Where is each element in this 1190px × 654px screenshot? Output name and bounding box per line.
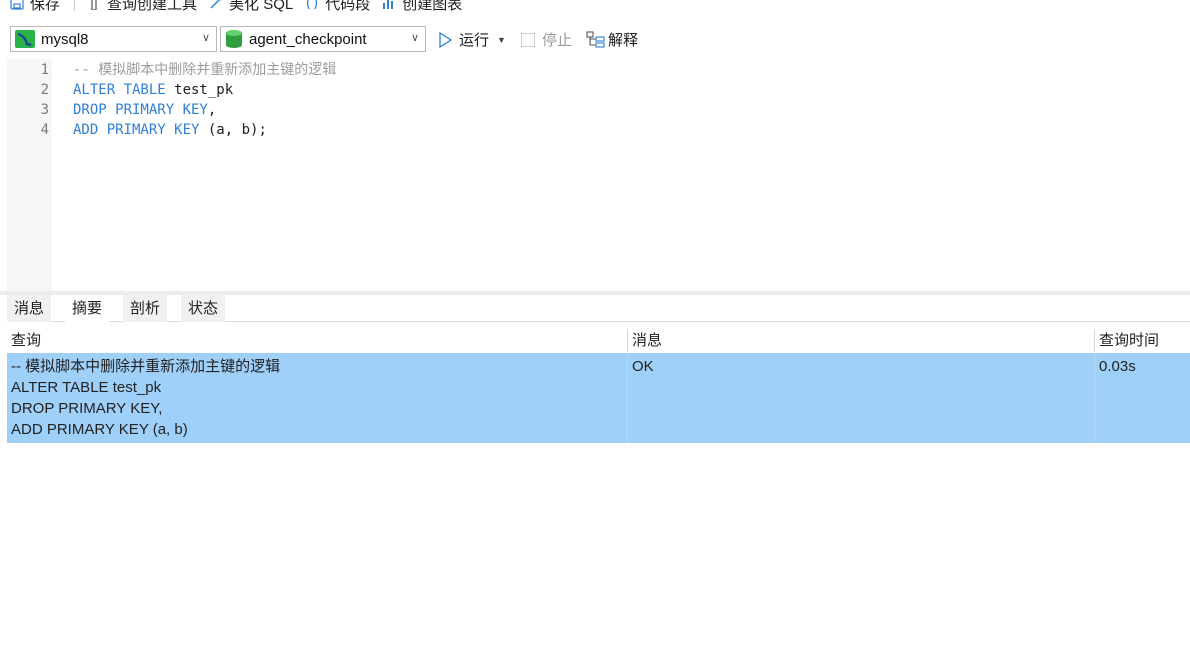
connection-select[interactable]: mysql8 ∨ <box>10 26 217 52</box>
column-header-query[interactable]: 查询 <box>7 329 627 352</box>
chevron-down-icon: ∨ <box>410 32 419 44</box>
database-select[interactable]: agent_checkpoint ∨ <box>220 26 426 52</box>
result-tabs: 消息 摘要 剖析 状态 <box>7 295 1190 322</box>
tab-messages[interactable]: 消息 <box>7 295 52 322</box>
query-builder-icon <box>91 0 97 10</box>
connection-name: mysql8 <box>41 30 89 48</box>
code-line: 1 -- 模拟脚本中删除并重新添加主键的逻辑 <box>7 60 1190 80</box>
sql-text: (a, b); <box>199 122 267 138</box>
save-icon <box>10 0 24 10</box>
create-chart-label: 创建图表 <box>402 0 463 13</box>
beautify-sql-button[interactable]: 美化 SQL <box>209 0 293 14</box>
query-toolbar: mysql8 ∨ agent_checkpoint ∨ 运行 ▼ 停止 解释 <box>0 26 1190 54</box>
table-row[interactable]: -- 模拟脚本中删除并重新添加主键的逻辑 ALTER TABLE test_pk… <box>7 353 1190 443</box>
line-number: 3 <box>40 102 49 118</box>
play-icon <box>439 31 452 48</box>
line-number: 2 <box>40 82 49 98</box>
snippet-icon <box>307 0 318 10</box>
beautify-sql-label: 美化 SQL <box>229 0 294 13</box>
database-icon <box>226 30 242 48</box>
explain-button[interactable]: 解释 <box>586 29 638 50</box>
explain-icon <box>586 30 605 48</box>
stop-icon <box>521 32 535 47</box>
column-header-message[interactable]: 消息 <box>627 329 1094 352</box>
tab-status[interactable]: 状态 <box>181 295 226 322</box>
database-name: agent_checkpoint <box>249 30 367 48</box>
cell-query[interactable]: -- 模拟脚本中删除并重新添加主键的逻辑 ALTER TABLE test_pk… <box>7 353 627 443</box>
column-header-time[interactable]: 查询时间 <box>1094 329 1190 352</box>
wand-icon <box>210 0 222 9</box>
save-label: 保存 <box>30 0 61 13</box>
run-dropdown-icon[interactable]: ▼ <box>497 35 506 45</box>
query-builder-label: 查询创建工具 <box>107 0 198 13</box>
stop-button[interactable]: 停止 <box>521 29 572 50</box>
sql-text: , <box>207 102 217 118</box>
create-chart-button[interactable]: 创建图表 <box>382 0 462 14</box>
cell-time[interactable]: 0.03s <box>1094 353 1190 443</box>
run-label: 运行 <box>459 32 490 49</box>
sql-keyword: ALTER TABLE <box>73 82 166 98</box>
stop-label: 停止 <box>542 32 573 49</box>
sql-keyword: ADD PRIMARY KEY <box>73 122 200 138</box>
code-line: 3 DROP PRIMARY KEY, <box>7 100 1190 120</box>
mysql-connection-icon <box>15 30 35 48</box>
code-line: 2 ALTER TABLE test_pk <box>7 80 1190 100</box>
snippet-button[interactable]: 代码段 <box>305 0 370 14</box>
toolbar-divider <box>74 0 76 11</box>
line-number: 4 <box>40 122 49 138</box>
tab-profile[interactable]: 剖析 <box>123 295 168 322</box>
save-button[interactable]: 保存 <box>10 0 60 14</box>
query-builder-button[interactable]: 查询创建工具 <box>87 0 197 14</box>
code-line: 4 ADD PRIMARY KEY (a, b); <box>7 120 1190 140</box>
cell-message[interactable]: OK <box>627 353 1094 443</box>
explain-label: 解释 <box>608 32 639 49</box>
sql-comment: -- 模拟脚本中删除并重新添加主键的逻辑 <box>73 62 337 78</box>
sql-keyword: DROP PRIMARY KEY <box>73 102 208 118</box>
tab-summary[interactable]: 摘要 <box>65 295 110 322</box>
line-number: 1 <box>40 62 49 78</box>
grid-header: 查询 消息 查询时间 <box>7 329 1190 352</box>
sql-text: test_pk <box>165 82 234 98</box>
run-button[interactable]: 运行 ▼ <box>438 29 506 50</box>
main-toolbar: 保存 查询创建工具 美化 SQL 代码段 创建图表 <box>0 0 1190 14</box>
chart-icon <box>383 0 394 9</box>
snippet-label: 代码段 <box>325 0 371 13</box>
chevron-down-icon: ∨ <box>201 32 210 44</box>
sql-editor[interactable]: 1 -- 模拟脚本中删除并重新添加主键的逻辑 2 ALTER TABLE tes… <box>7 59 1190 291</box>
